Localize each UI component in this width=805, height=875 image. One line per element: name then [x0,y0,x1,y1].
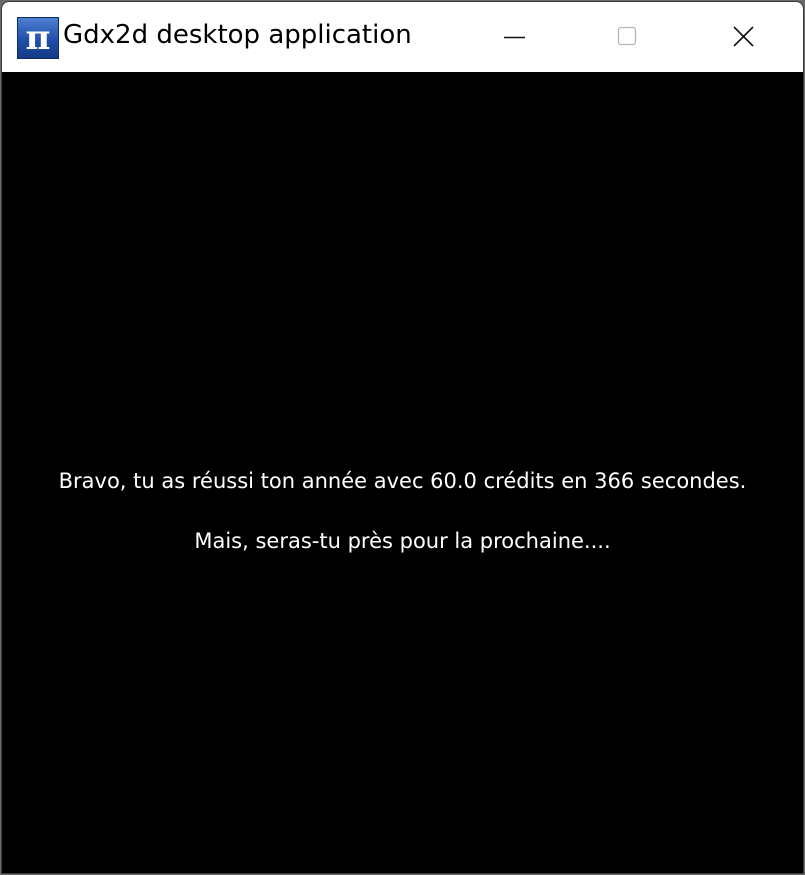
maximize-button[interactable] [571,2,681,72]
minimize-icon [504,36,525,39]
close-icon [733,26,754,47]
minimize-button[interactable] [459,2,569,72]
close-button[interactable] [683,2,793,72]
title-bar[interactable]: π Gdx2d desktop application [2,2,803,72]
window-title: Gdx2d desktop application [63,20,412,50]
pi-icon[interactable]: π [17,17,59,59]
game-canvas[interactable]: Bravo, tu as réussi ton année avec 60.0 … [2,72,803,873]
app-window: π Gdx2d desktop application Bravo, tu as… [2,2,803,873]
maximize-icon [617,26,637,46]
result-message: Bravo, tu as réussi ton année avec 60.0 … [58,469,747,493]
next-year-message: Mais, seras-tu près pour la prochaine...… [194,529,611,553]
